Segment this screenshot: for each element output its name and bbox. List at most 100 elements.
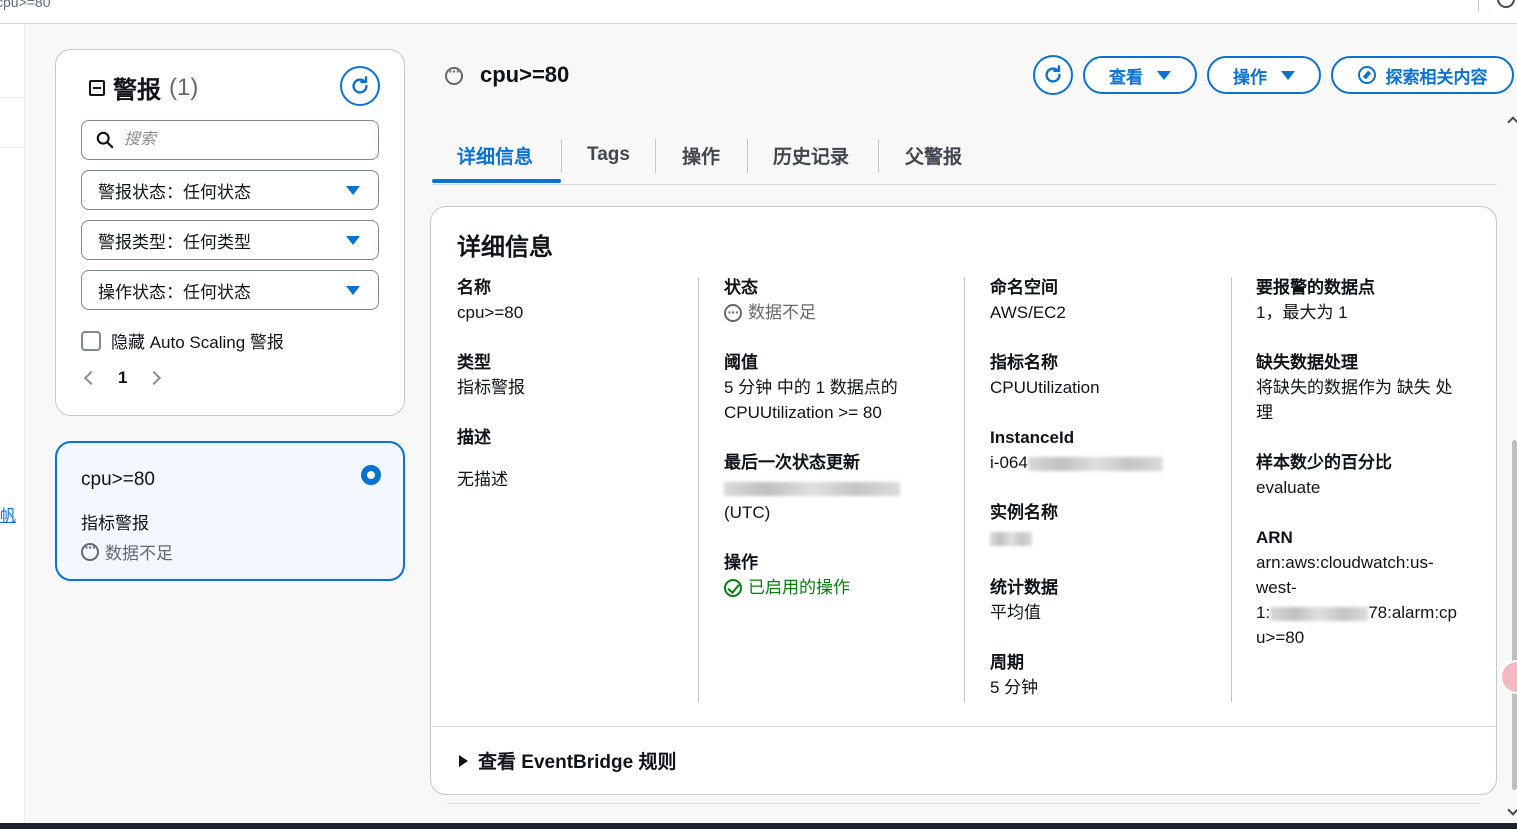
tab-tags[interactable]: Tags xyxy=(587,135,630,175)
scrollbar-thumb[interactable] xyxy=(1512,440,1517,790)
timezone: (UTC) xyxy=(724,503,771,522)
browser-top-strip: cpu>=80 xyxy=(0,0,1517,24)
compass-icon xyxy=(1357,66,1376,84)
description-field: 描述 无描述 xyxy=(457,425,687,492)
alarm-state: 数据不足 xyxy=(81,539,173,564)
missing-data-field: 缺失数据处理 将缺失的数据作为 缺失 处 理 xyxy=(1256,350,1486,425)
next-page-icon[interactable] xyxy=(147,370,162,386)
taskbar xyxy=(0,823,1517,829)
field-label: 命名空间 xyxy=(990,278,1058,297)
refresh-icon xyxy=(352,76,368,94)
actions-label: 操作 xyxy=(1233,67,1267,87)
alarm-state-select[interactable]: 警报状态：任何状态 xyxy=(81,170,379,210)
details-title: 详细信息 xyxy=(457,234,553,261)
field-label: 实例名称 xyxy=(990,503,1058,522)
alarm-type-select[interactable]: 警报类型：任何类型 xyxy=(81,220,379,260)
field-value: 无描述 xyxy=(457,470,508,489)
threshold-line-2: CPUUtilization >= 80 xyxy=(724,403,882,422)
field-label: 样本数少的百分比 xyxy=(1256,453,1392,472)
period-field: 周期 5 分钟 xyxy=(990,650,1220,700)
field-label: 周期 xyxy=(990,653,1024,672)
redacted-block xyxy=(1027,456,1163,471)
actions-dropdown-button[interactable]: 操作 xyxy=(1207,56,1321,94)
arn-suffix: 78:alarm:cp xyxy=(1368,603,1458,622)
field-value: 已启用的操作 xyxy=(724,575,954,600)
page-number[interactable]: 1 xyxy=(118,368,127,388)
column-divider xyxy=(698,277,699,702)
view-dropdown-button[interactable]: 查看 xyxy=(1083,56,1197,94)
field-label: InstanceId xyxy=(990,428,1075,447)
shield-icon[interactable] xyxy=(1497,0,1515,8)
redacted-block xyxy=(724,481,900,496)
state-value: 数据不足 xyxy=(748,303,816,322)
select-value: 操作状态：任何状态 xyxy=(98,282,251,302)
view-label: 查看 xyxy=(1109,67,1143,87)
expander-label: 查看 EventBridge 规则 xyxy=(478,752,677,773)
namespace-field: 命名空间 AWS/EC2 xyxy=(990,275,1220,325)
last-update-field: 最后一次状态更新 (UTC) xyxy=(724,450,954,525)
filter-panel-header: 警报 (1) xyxy=(89,70,198,105)
tab-details[interactable]: 详细信息 xyxy=(457,135,533,175)
field-label: 操作 xyxy=(724,553,758,572)
instance-id-prefix: i-064 xyxy=(990,453,1028,472)
prev-page-icon[interactable] xyxy=(83,370,99,386)
field-label: 状态 xyxy=(724,278,758,297)
actions-field: 操作 已启用的操作 xyxy=(724,550,954,600)
field-value: cpu>=80 xyxy=(457,303,524,322)
datapoints-field: 要报警的数据点 1，最大为 1 xyxy=(1256,275,1486,325)
field-label: 阈值 xyxy=(724,353,758,372)
details-container: 详细信息 名称 cpu>=80 类型 指标警报 描述 无描述 状态 数据不足 阈… xyxy=(430,206,1497,795)
search-field[interactable] xyxy=(81,120,379,160)
tab-divider xyxy=(747,139,748,173)
active-tab-indicator xyxy=(432,179,561,183)
rail-link[interactable]: 帆 xyxy=(0,502,16,526)
tab-divider xyxy=(878,139,879,173)
expander-header[interactable]: 查看 EventBridge 规则 xyxy=(459,747,676,774)
action-state-select[interactable]: 操作状态：任何状态 xyxy=(81,270,379,310)
field-value: 指标警报 xyxy=(457,378,525,397)
search-input[interactable] xyxy=(124,131,364,149)
field-value: CPUUtilization xyxy=(990,378,1100,397)
caret-down-icon xyxy=(346,285,360,295)
eventbridge-expander[interactable]: 查看 EventBridge 规则 xyxy=(431,726,1496,794)
instance-name-field: 实例名称 xyxy=(990,500,1220,550)
hide-autoscaling-checkbox[interactable] xyxy=(81,330,101,351)
missing-line-2: 理 xyxy=(1256,403,1273,422)
checkbox-label: 隐藏 Auto Scaling 警报 xyxy=(111,333,284,352)
insufficient-data-icon xyxy=(724,300,742,325)
field-label: 最后一次状态更新 xyxy=(724,453,860,472)
field-value: 1，最大为 1 xyxy=(1256,303,1348,322)
metric-name-field: 指标名称 CPUUtilization xyxy=(990,350,1220,400)
selected-radio[interactable] xyxy=(361,465,381,485)
refresh-icon xyxy=(1045,65,1061,83)
insufficient-data-icon xyxy=(81,539,99,561)
tab-history[interactable]: 历史记录 xyxy=(773,135,849,175)
divider xyxy=(1478,0,1479,12)
state-field: 状态 数据不足 xyxy=(724,275,954,325)
explore-related-button[interactable]: 探索相关内容 xyxy=(1331,56,1514,94)
check-circle-icon xyxy=(724,578,742,597)
arn-line-3: 1: 78:alarm:cp xyxy=(1256,600,1486,625)
page-title: cpu>=80 xyxy=(480,62,570,87)
search-icon xyxy=(96,131,114,149)
instance-id-field: InstanceId i-064 xyxy=(990,425,1220,475)
column-divider xyxy=(1231,277,1232,702)
alarm-count: (1) xyxy=(169,73,199,101)
redacted-block xyxy=(1270,606,1369,621)
hide-autoscaling-row[interactable]: 隐藏 Auto Scaling 警报 xyxy=(81,328,284,353)
refresh-list-button[interactable] xyxy=(340,66,380,106)
tab-actions[interactable]: 操作 xyxy=(682,135,720,175)
tab-parent-alarms[interactable]: 父警报 xyxy=(905,135,962,175)
alarm-card-selected[interactable]: cpu>=80 指标警报 数据不足 xyxy=(55,441,405,581)
threshold-line-1: 5 分钟 中的 1 数据点的 xyxy=(724,378,898,397)
refresh-button[interactable] xyxy=(1033,55,1073,95)
field-label: 描述 xyxy=(457,428,491,447)
field-label: 类型 xyxy=(457,353,491,372)
field-value: 5 分钟 xyxy=(990,678,1039,697)
field-label: ARN xyxy=(1256,528,1293,547)
caret-right-icon xyxy=(459,754,468,767)
collapse-icon[interactable] xyxy=(89,79,105,96)
panel-title: 警报 xyxy=(113,77,161,104)
field-value: 数据不足 xyxy=(724,300,954,325)
select-value: 警报类型：任何类型 xyxy=(98,232,251,252)
